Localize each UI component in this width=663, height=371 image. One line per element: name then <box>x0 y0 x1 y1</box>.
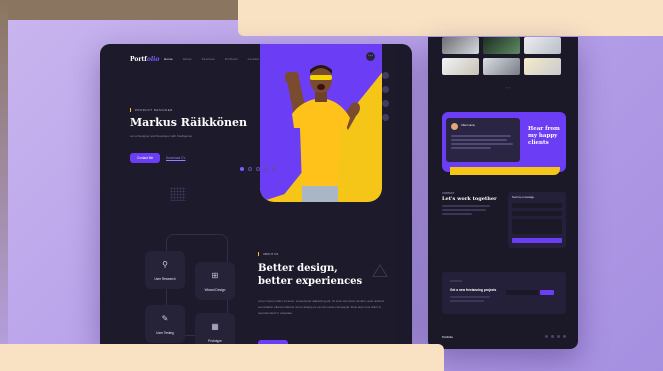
nav-portfolio[interactable]: Portfolio <box>225 57 238 61</box>
about-eyebrow: ABOUT US <box>258 252 278 256</box>
contact-heading: Let's work together <box>442 196 497 202</box>
slider-dot[interactable] <box>240 167 244 171</box>
slider-dot[interactable] <box>272 167 276 171</box>
about-heading-line: Better design, <box>258 263 338 274</box>
background-beige-card-bottom <box>0 344 444 371</box>
newsletter-email-input[interactable] <box>506 290 538 295</box>
avatar <box>451 123 458 130</box>
wizard-icon: ⊞ <box>211 271 219 280</box>
menu-icon[interactable]: ⋯ <box>366 52 375 61</box>
text-line <box>450 280 462 282</box>
text-line <box>442 213 472 215</box>
text-line <box>450 296 490 298</box>
portfolio-thumb[interactable] <box>442 37 479 54</box>
testimonial-heading: Hear from my happy clients <box>528 126 560 146</box>
testimonial-author: Client name <box>461 124 475 127</box>
newsletter-section: Get a new freelancing projects <box>442 272 566 314</box>
portfolio-thumb[interactable] <box>524 37 561 54</box>
text-line <box>450 300 484 302</box>
text-line <box>442 209 486 211</box>
contact-button[interactable]: Contact Me <box>130 153 160 163</box>
service-card-wizard-design[interactable]: ⊞ Wizard Design <box>195 262 235 300</box>
hero-image-panel <box>260 44 382 202</box>
about-heading: Better design, better experiences <box>258 262 362 288</box>
text-line <box>451 139 507 141</box>
service-label: User Testing <box>156 331 174 335</box>
main-page-mockup: Portfolio Home About Services Portfolio … <box>100 44 412 344</box>
text-line <box>451 135 511 137</box>
hero-slider-dots <box>240 167 276 171</box>
site-logo[interactable]: Portfolio <box>130 56 159 63</box>
nav-contact[interactable]: Contact <box>248 57 260 61</box>
about-paragraph: Lorem ipsum dolor sit amet, consectetur … <box>258 299 384 315</box>
contact-form: Send me a message <box>508 192 566 248</box>
hero-eyebrow: PRODUCT DESIGNER <box>130 108 173 112</box>
slider-dot[interactable] <box>248 167 252 171</box>
portfolio-thumb[interactable] <box>442 58 479 75</box>
service-card-prototype[interactable]: ▦ Prototype <box>195 313 235 344</box>
testimonial-section: Client name Hear from my happy clients <box>442 112 566 172</box>
hero-title: Markus Räikkönen <box>130 116 248 129</box>
slider-dot[interactable] <box>264 167 268 171</box>
service-card-user-testing[interactable]: ✎ User Testing <box>145 305 185 343</box>
portfolio-thumb[interactable] <box>483 37 520 54</box>
service-card-user-research[interactable]: ⚲ User Research <box>145 251 185 289</box>
portfolio-thumbnails <box>442 37 561 75</box>
social-icon[interactable] <box>545 335 548 338</box>
form-title: Send me a message <box>512 196 534 199</box>
social-icon[interactable] <box>557 335 560 338</box>
contact-eyebrow: CONTACT <box>442 192 455 195</box>
portfolio-thumb[interactable] <box>524 58 561 75</box>
secondary-page-mockup: ‹ › Client name Hear from my happy clien… <box>428 37 578 349</box>
service-label: Prototype <box>208 339 222 343</box>
background-photo-edge <box>0 0 8 344</box>
about-heading-line: better experiences <box>258 276 363 287</box>
testimonial-card: Client name <box>446 118 520 162</box>
testimonial-accent-bar <box>450 167 560 175</box>
newsletter-heading: Get a new freelancing projects <box>450 288 497 292</box>
top-nav: Home About Services Portfolio Contact <box>164 57 259 61</box>
dot-grid-decoration <box>170 187 186 201</box>
user-research-icon: ⚲ <box>162 260 168 269</box>
download-cv-link[interactable]: Download CV <box>166 156 186 160</box>
message-field[interactable] <box>512 219 562 234</box>
background-beige-card-top <box>238 0 663 36</box>
service-label: User Research <box>154 277 176 281</box>
nav-home[interactable]: Home <box>164 57 173 61</box>
social-icon[interactable] <box>551 335 554 338</box>
text-line <box>451 147 491 149</box>
background-photo-strip <box>0 0 238 20</box>
email-field[interactable] <box>512 211 562 216</box>
name-field[interactable] <box>512 203 562 208</box>
social-icons <box>545 335 566 338</box>
triangle-decoration <box>372 264 388 277</box>
slider-dot[interactable] <box>256 167 260 171</box>
nav-services[interactable]: Services <box>202 57 215 61</box>
send-button[interactable] <box>512 238 562 243</box>
text-line <box>451 143 513 145</box>
portfolio-thumb[interactable] <box>483 58 520 75</box>
footer-logo[interactable]: Portfolio <box>442 335 453 339</box>
social-icon[interactable] <box>563 335 566 338</box>
nav-about[interactable]: About <box>183 57 192 61</box>
hero-subtitle: Let a Designer and Developer with Intell… <box>130 134 193 138</box>
text-line <box>442 205 490 207</box>
side-dots-decoration <box>382 72 389 128</box>
subscribe-button[interactable] <box>540 290 554 295</box>
service-label: Wizard Design <box>204 288 226 292</box>
user-testing-icon: ✎ <box>161 314 169 323</box>
prototype-icon: ▦ <box>211 322 219 331</box>
hero-person-image <box>285 65 360 202</box>
carousel-arrows[interactable]: ‹ › <box>506 85 510 90</box>
